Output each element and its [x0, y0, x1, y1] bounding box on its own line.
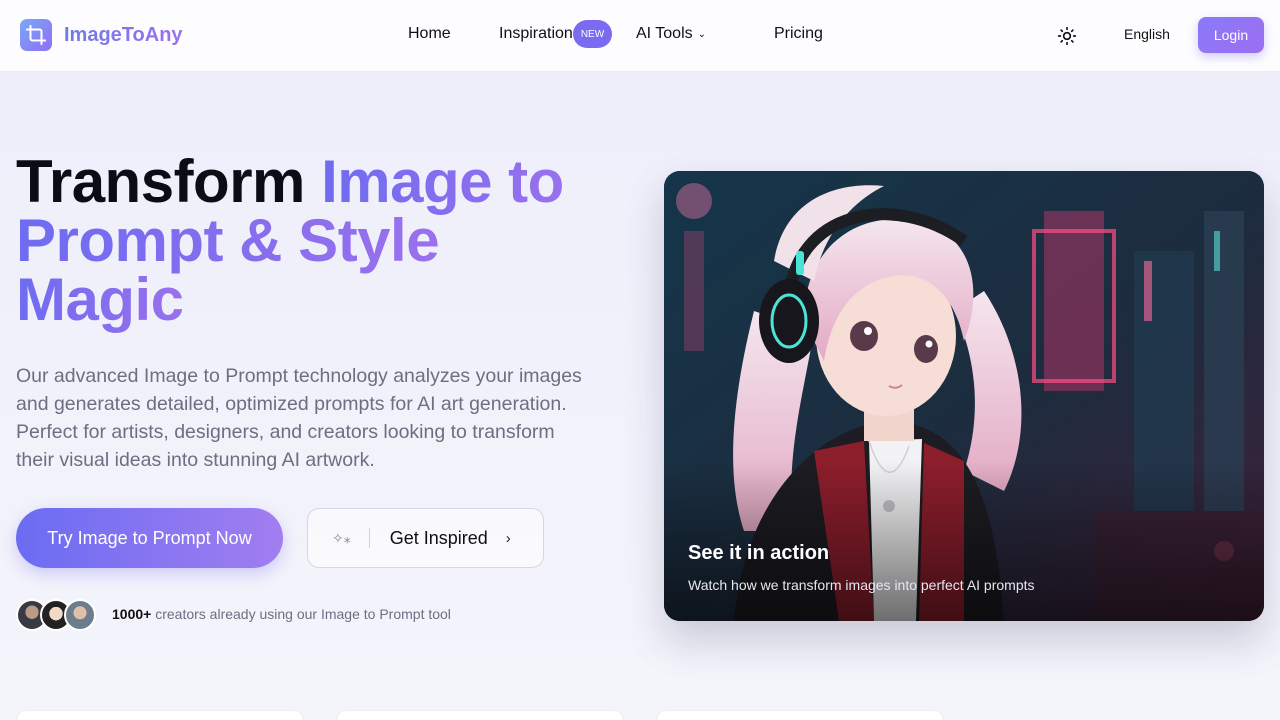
nav-home[interactable]: Home — [408, 25, 451, 43]
crop-icon — [20, 19, 52, 51]
login-button[interactable]: Login — [1198, 17, 1264, 53]
chevron-right-icon: › — [505, 529, 511, 547]
avatar — [64, 599, 96, 631]
hero-title-accent-3: Magic — [16, 266, 184, 333]
sun-icon[interactable] — [1057, 26, 1077, 46]
try-image-to-prompt-button[interactable]: Try Image to Prompt Now — [16, 508, 283, 568]
demo-media-card[interactable]: See it in action Watch how we transform … — [664, 171, 1264, 621]
creator-avatars — [16, 599, 96, 631]
feature-card — [656, 710, 944, 720]
feature-card — [16, 710, 304, 720]
hero-description: Our advanced Image to Prompt technology … — [16, 365, 582, 471]
hero-title-dark: Transform — [16, 148, 322, 215]
hero-title-accent-1: Image to — [321, 148, 564, 215]
hero-title-accent-2: Prompt & Style — [16, 207, 440, 274]
nav-pricing[interactable]: Pricing — [774, 25, 823, 43]
nav-inspiration[interactable]: Inspiration — [499, 25, 573, 43]
language-selector[interactable]: English — [1124, 26, 1170, 42]
top-navbar: ImageToAny Home Inspiration NEW AI Tools… — [0, 0, 1280, 72]
sparkles-icon: ✧⁎ — [332, 529, 351, 546]
divider — [368, 528, 370, 548]
get-inspired-button[interactable]: ✧⁎ Get Inspired › — [307, 508, 544, 568]
new-badge: NEW — [573, 20, 612, 48]
hero-title: Transform Image to Prompt & Style Magic — [16, 152, 636, 330]
card-subtitle: Watch how we transform images into perfe… — [688, 577, 1035, 593]
creator-count: 1000+ — [112, 606, 152, 622]
brand-logo[interactable]: ImageToAny — [20, 19, 183, 51]
get-inspired-label: Get Inspired — [389, 527, 488, 548]
chevron-down-icon: ⌄ — [697, 28, 707, 40]
card-gradient-overlay — [664, 461, 1264, 621]
card-title: See it in action — [688, 542, 830, 564]
brand-name: ImageToAny — [64, 23, 183, 46]
feature-card — [336, 710, 624, 720]
nav-ai-tools-label: AI Tools — [636, 25, 693, 42]
nav-ai-tools-dropdown[interactable]: AI Tools ⌄ — [636, 25, 706, 43]
social-proof-label: creators already using our Image to Prom… — [151, 606, 451, 622]
social-proof-text: 1000+ creators already using our Image t… — [112, 606, 451, 622]
